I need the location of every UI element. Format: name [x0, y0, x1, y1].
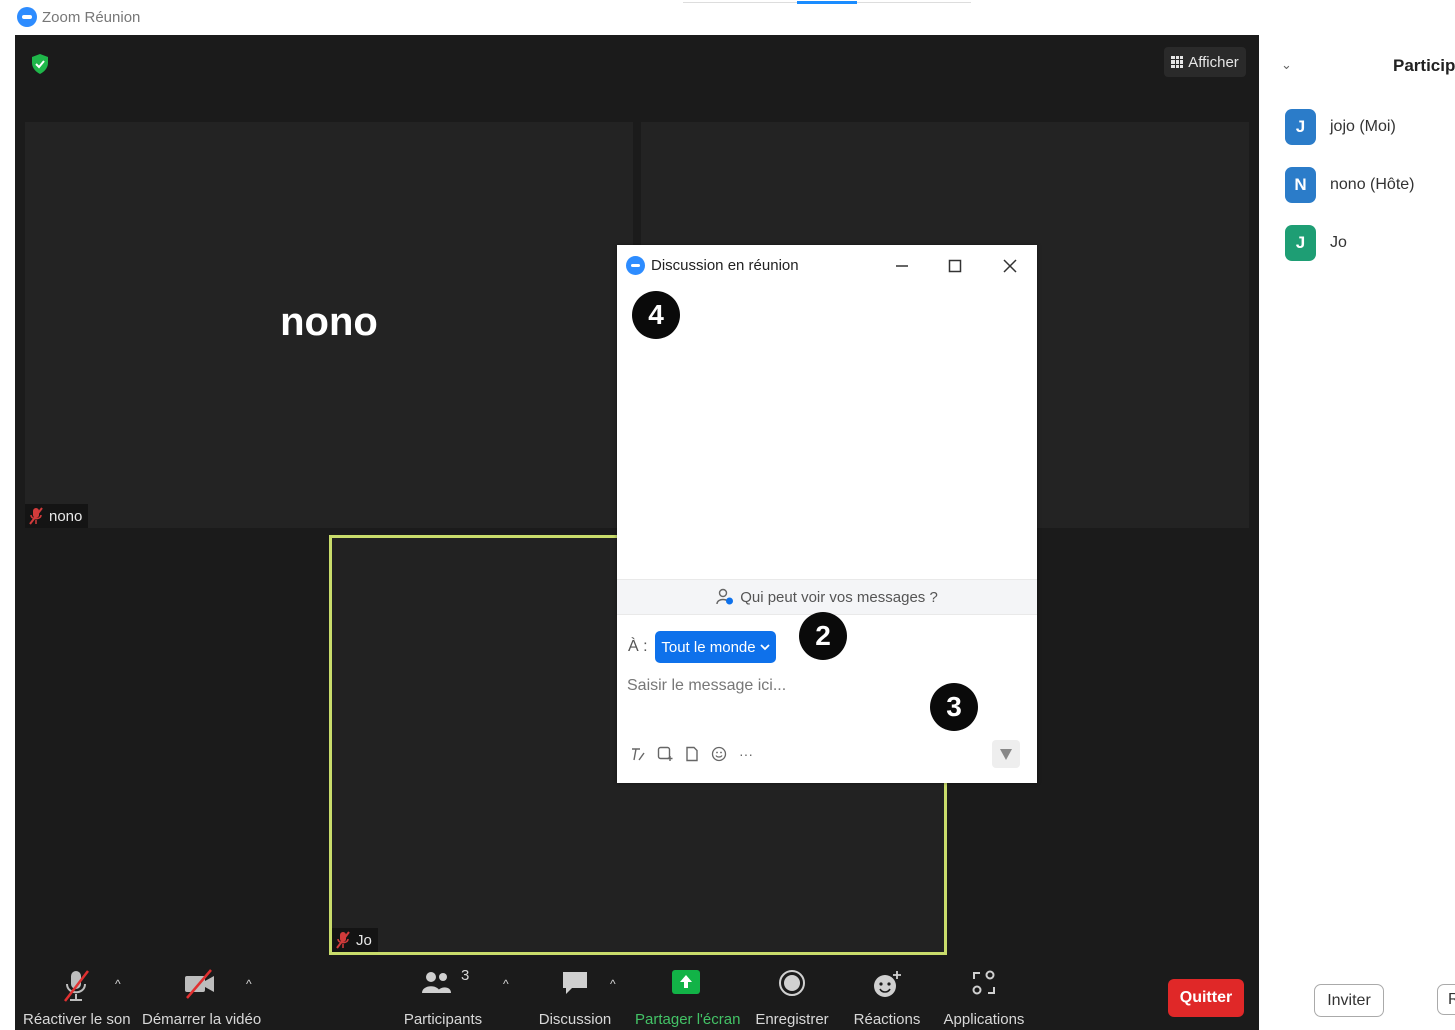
- tile-name-label: Jo: [332, 928, 378, 952]
- view-button[interactable]: Afficher: [1164, 47, 1246, 77]
- chat-button[interactable]: Discussion: [535, 955, 615, 1030]
- avatar: J: [1285, 225, 1316, 261]
- share-screen-label: Partager l'écran: [635, 1011, 741, 1028]
- recipient-value: Tout le monde: [661, 638, 756, 656]
- annotation-badge-3: 3: [930, 683, 978, 731]
- meeting-toolbar: Réactiver le son ^ Démarrer la vidéo ^ 3…: [15, 955, 1259, 1030]
- recipient-dropdown[interactable]: Tout le monde: [655, 631, 776, 663]
- view-button-label: Afficher: [1188, 53, 1239, 71]
- zoom-logo-icon: [17, 7, 37, 27]
- message-input[interactable]: [627, 673, 927, 699]
- video-tile-nono[interactable]: nono nono: [25, 122, 633, 528]
- avatar: J: [1285, 109, 1316, 145]
- share-screen-icon: [672, 970, 700, 994]
- record-button[interactable]: Enregistrer: [751, 955, 833, 1030]
- quit-button[interactable]: Quitter: [1168, 979, 1244, 1017]
- muted-mic-icon: [336, 931, 350, 949]
- window-title: Zoom Réunion: [42, 9, 141, 26]
- privacy-person-icon: [716, 588, 734, 605]
- chat-title: Discussion en réunion: [651, 257, 799, 274]
- invite-button[interactable]: Inviter: [1314, 984, 1384, 1017]
- reactions-button[interactable]: Réactions: [848, 955, 926, 1030]
- screenshot-icon[interactable]: [656, 745, 674, 763]
- tile-name-label: nono: [25, 504, 89, 528]
- zoom-logo-icon: [626, 256, 645, 275]
- file-icon[interactable]: [683, 745, 701, 763]
- participants-icon: [422, 972, 451, 993]
- participant-name: Jo: [1330, 234, 1347, 251]
- participant-name: jojo (Moi): [1330, 118, 1396, 135]
- video-options-caret-icon[interactable]: ^: [246, 977, 252, 991]
- start-video-label: Démarrer la vidéo: [142, 1011, 262, 1028]
- reactions-smiley-icon: [874, 971, 901, 997]
- unmute-label: Réactiver le son: [23, 1011, 131, 1028]
- close-icon[interactable]: [997, 253, 1023, 279]
- record-icon: [779, 970, 805, 996]
- participant-row[interactable]: J jojo (Moi): [1285, 109, 1396, 145]
- audio-options-caret-icon[interactable]: ^: [115, 977, 121, 991]
- chat-bubble-icon: [563, 972, 587, 994]
- who-can-see-label: Qui peut voir vos messages ?: [740, 588, 938, 606]
- format-text-icon[interactable]: [629, 745, 647, 763]
- panel-title: Participants: [1393, 56, 1455, 75]
- applications-label: Applications: [943, 1011, 1025, 1028]
- record-label: Enregistrer: [755, 1011, 829, 1028]
- applications-icon: [972, 970, 995, 995]
- tile-participant-name: Jo: [356, 931, 372, 949]
- chat-tools: ···: [629, 745, 755, 763]
- chat-header: Discussion en réunion: [617, 245, 1037, 285]
- unmute-button[interactable]: Réactiver le son: [23, 955, 131, 1030]
- chat-caret-icon[interactable]: ^: [610, 977, 616, 991]
- tile-participant-name: nono: [49, 507, 83, 525]
- participant-row[interactable]: N nono (Hôte): [1285, 167, 1415, 203]
- emoji-icon[interactable]: [710, 745, 728, 763]
- muted-microphone-icon: [63, 970, 89, 1002]
- avatar: N: [1285, 167, 1316, 203]
- video-off-icon: [184, 969, 214, 999]
- applications-button[interactable]: Applications: [937, 955, 1031, 1030]
- meeting-chat-window: Discussion en réunion 4 Qui peut voir vo…: [617, 245, 1037, 783]
- participant-name: nono (Hôte): [1330, 176, 1415, 193]
- muted-mic-icon: [29, 507, 43, 525]
- reactions-label: Réactions: [853, 1011, 921, 1028]
- recipient-label: À :: [628, 638, 648, 655]
- more-options-icon[interactable]: ···: [737, 745, 755, 763]
- annotation-badge-2: 2: [799, 612, 847, 660]
- collapse-chevron-icon[interactable]: ⌄: [1281, 57, 1292, 73]
- chat-label: Discussion: [538, 1011, 612, 1028]
- title-bar: Zoom Réunion: [0, 0, 1455, 35]
- participant-row[interactable]: J Jo: [1285, 225, 1347, 261]
- participants-caret-icon[interactable]: ^: [503, 977, 509, 991]
- maximize-icon[interactable]: [942, 253, 968, 279]
- who-can-see-messages[interactable]: Qui peut voir vos messages ?: [617, 579, 1037, 615]
- share-screen-button[interactable]: Partager l'écran: [635, 955, 741, 1030]
- start-video-button[interactable]: Démarrer la vidéo: [142, 955, 262, 1030]
- grid-view-icon: [1171, 56, 1184, 68]
- send-button[interactable]: [992, 740, 1020, 768]
- top-active-indicator: [797, 1, 857, 4]
- tile-display-name: nono: [280, 300, 378, 344]
- chevron-down-icon: [759, 644, 770, 651]
- participants-button[interactable]: 3 Participants: [398, 955, 488, 1030]
- security-shield-icon[interactable]: [31, 54, 49, 74]
- minimize-icon[interactable]: [889, 253, 915, 279]
- send-icon: [1000, 749, 1012, 760]
- panel-more-button[interactable]: R: [1437, 984, 1455, 1015]
- participants-label: Participants: [403, 1011, 483, 1028]
- annotation-badge-4: 4: [632, 291, 680, 339]
- participants-count: 3: [461, 967, 470, 984]
- participants-panel: ⌄ Participants J jojo (Moi) N nono (Hôte…: [1259, 35, 1455, 1030]
